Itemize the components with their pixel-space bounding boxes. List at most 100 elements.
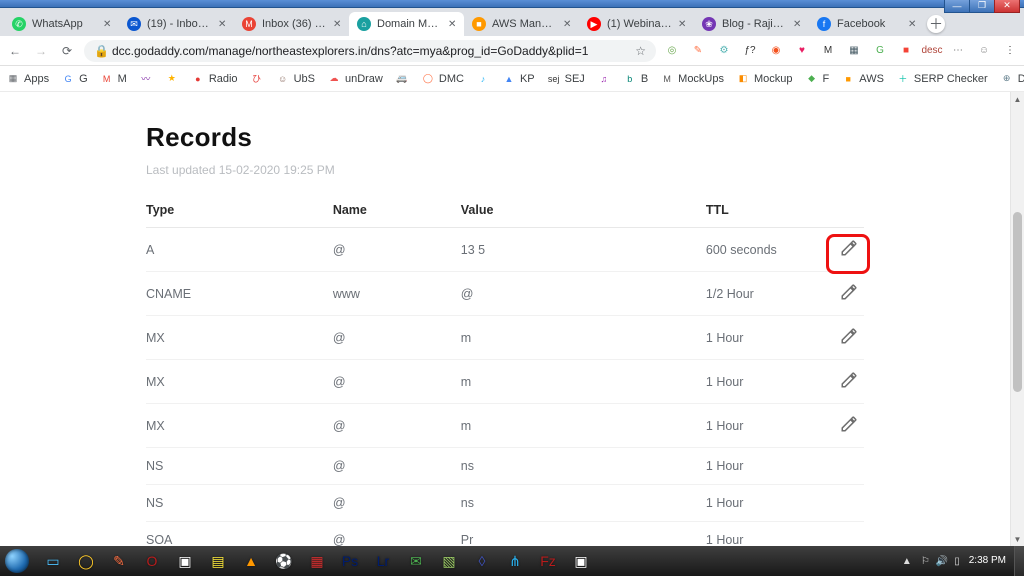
bookmark-item[interactable]: ●Radio [191,72,238,86]
bookmark-item[interactable]: ▲KP [502,72,535,86]
tab-close-icon[interactable]: ✕ [218,19,226,30]
cell-type: MX [146,316,333,360]
bookmark-item[interactable]: ひ [250,72,264,86]
tray-overflow-icon[interactable]: ▲ [902,556,912,567]
bookmark-item[interactable]: MMockUps [660,72,724,86]
taskbar-app-icon[interactable]: ✉ [401,549,431,573]
edit-record-button[interactable] [840,422,858,436]
bookmark-icon: ⊕ [1000,72,1014,86]
taskbar-app-icon[interactable]: Fz [533,549,563,573]
bookmark-item[interactable]: ＋SERP Checker [896,72,988,86]
taskbar-app-icon[interactable]: ◊ [467,549,497,573]
bookmark-item[interactable]: 🚐 [395,72,409,86]
extension-icon[interactable]: ☺ [976,43,992,59]
taskbar-app-icon[interactable]: ▣ [566,549,596,573]
edit-record-button[interactable] [840,290,858,304]
browser-tab[interactable]: ■AWS Managem✕ [464,12,579,36]
bookmark-item[interactable]: GG [61,72,88,86]
show-desktop-button[interactable] [1014,546,1024,576]
window-minimize-button[interactable]: — [944,0,970,13]
reload-button[interactable]: ⟳ [58,42,76,60]
extension-icon[interactable]: ✎ [690,43,706,59]
extension-icon[interactable]: M [820,43,836,59]
tab-close-icon[interactable]: ✕ [448,19,456,30]
scroll-up-arrow[interactable]: ▲ [1011,92,1024,106]
taskbar-app-icon[interactable]: O [137,549,167,573]
tab-close-icon[interactable]: ✕ [678,19,686,30]
extension-icon[interactable]: ⋯ [950,43,966,59]
tab-close-icon[interactable]: ✕ [563,19,571,30]
extension-icon[interactable]: ♥ [794,43,810,59]
tray-icon[interactable]: 🔊 [936,556,948,567]
tab-close-icon[interactable]: ✕ [333,19,341,30]
taskbar-app-icon[interactable]: ▭ [38,549,68,573]
extension-icon[interactable]: ■ [898,43,914,59]
taskbar-app-icon[interactable]: ▦ [302,549,332,573]
edit-record-button[interactable] [840,246,858,260]
window-maximize-button[interactable]: ❐ [969,0,995,13]
bookmark-item[interactable]: 〰 [139,72,153,86]
tray-icon[interactable]: ⚐ [921,556,930,567]
bookmark-item[interactable]: ☁unDraw [327,72,383,86]
browser-tab[interactable]: fFacebook✕ [809,12,924,36]
bookmark-item[interactable]: ◯DMC [421,72,464,86]
bookmark-item[interactable]: ◧Mockup [736,72,793,86]
bookmark-item[interactable]: ★ [165,72,179,86]
extension-icon[interactable]: ▦ [846,43,862,59]
taskbar-app-icon[interactable]: ✎ [104,549,134,573]
taskbar-clock[interactable]: 2:38 PM [969,556,1006,567]
bookmark-item[interactable]: bB [623,72,648,86]
scroll-thumb[interactable] [1013,212,1022,392]
taskbar-app-icon[interactable]: Ps [335,549,365,573]
bookmark-label: M [118,73,127,85]
taskbar-app-icon[interactable]: ⚽ [269,549,299,573]
cell-type: MX [146,360,333,404]
bookmark-item[interactable]: ♪ [476,72,490,86]
extension-icon[interactable]: ƒ? [742,43,758,59]
tab-close-icon[interactable]: ✕ [103,19,111,30]
browser-tab[interactable]: ✉(19) - Inbox - Z✕ [119,12,234,36]
taskbar-app-icon[interactable]: ◯ [71,549,101,573]
bookmark-label: DNS [1018,73,1024,85]
extension-icon[interactable]: desc [924,43,940,59]
back-button[interactable]: ← [6,42,24,60]
tray-icon[interactable]: ▯ [954,556,960,567]
browser-tab[interactable]: ⌂Domain Manag✕ [349,12,464,36]
forward-button[interactable]: → [32,42,50,60]
tab-favicon: M [242,17,256,31]
taskbar-app-icon[interactable]: ⋔ [500,549,530,573]
edit-record-button[interactable] [840,378,858,392]
window-close-button[interactable]: ✕ [994,0,1020,13]
new-tab-button[interactable]: ＋ [924,12,948,36]
start-button[interactable] [0,546,34,576]
taskbar-app-icon[interactable]: Lr [368,549,398,573]
taskbar-app-icon[interactable]: ▧ [434,549,464,573]
browser-tab[interactable]: MInbox (36) - raj✕ [234,12,349,36]
bookmark-star-icon[interactable]: ☆ [635,44,646,58]
extension-icon[interactable]: ⚙ [716,43,732,59]
bookmark-item[interactable]: sejSEJ [547,72,585,86]
browser-tab[interactable]: ▶(1) Webinar w✕ [579,12,694,36]
browser-tab[interactable]: ❀Blog - Rajiv Ve✕ [694,12,809,36]
bookmark-item[interactable]: ◆F [805,72,830,86]
taskbar-app-icon[interactable]: ▲ [236,549,266,573]
extension-icon[interactable]: ◎ [664,43,680,59]
taskbar-app-icon[interactable]: ▣ [170,549,200,573]
tab-close-icon[interactable]: ✕ [908,19,916,30]
taskbar-app-icon[interactable]: ▤ [203,549,233,573]
omnibox[interactable]: 🔒 dcc.godaddy.com/manage/northeastexplor… [84,40,656,62]
bookmark-item[interactable]: ▦Apps [6,72,49,86]
scroll-down-arrow[interactable]: ▼ [1011,532,1024,546]
bookmark-item[interactable]: ♫ [597,72,611,86]
tab-close-icon[interactable]: ✕ [793,19,801,30]
extension-icon[interactable]: ⋮ [1002,43,1018,59]
bookmark-item[interactable]: MM [100,72,127,86]
bookmark-item[interactable]: ■AWS [841,72,884,86]
bookmark-item[interactable]: ☺UbS [276,72,315,86]
browser-tab[interactable]: ✆WhatsApp✕ [4,12,119,36]
vertical-scrollbar[interactable]: ▲ ▼ [1010,92,1024,546]
edit-record-button[interactable] [840,334,858,348]
extension-icon[interactable]: G [872,43,888,59]
bookmark-item[interactable]: ⊕ DNS [1000,72,1024,86]
extension-icon[interactable]: ◉ [768,43,784,59]
